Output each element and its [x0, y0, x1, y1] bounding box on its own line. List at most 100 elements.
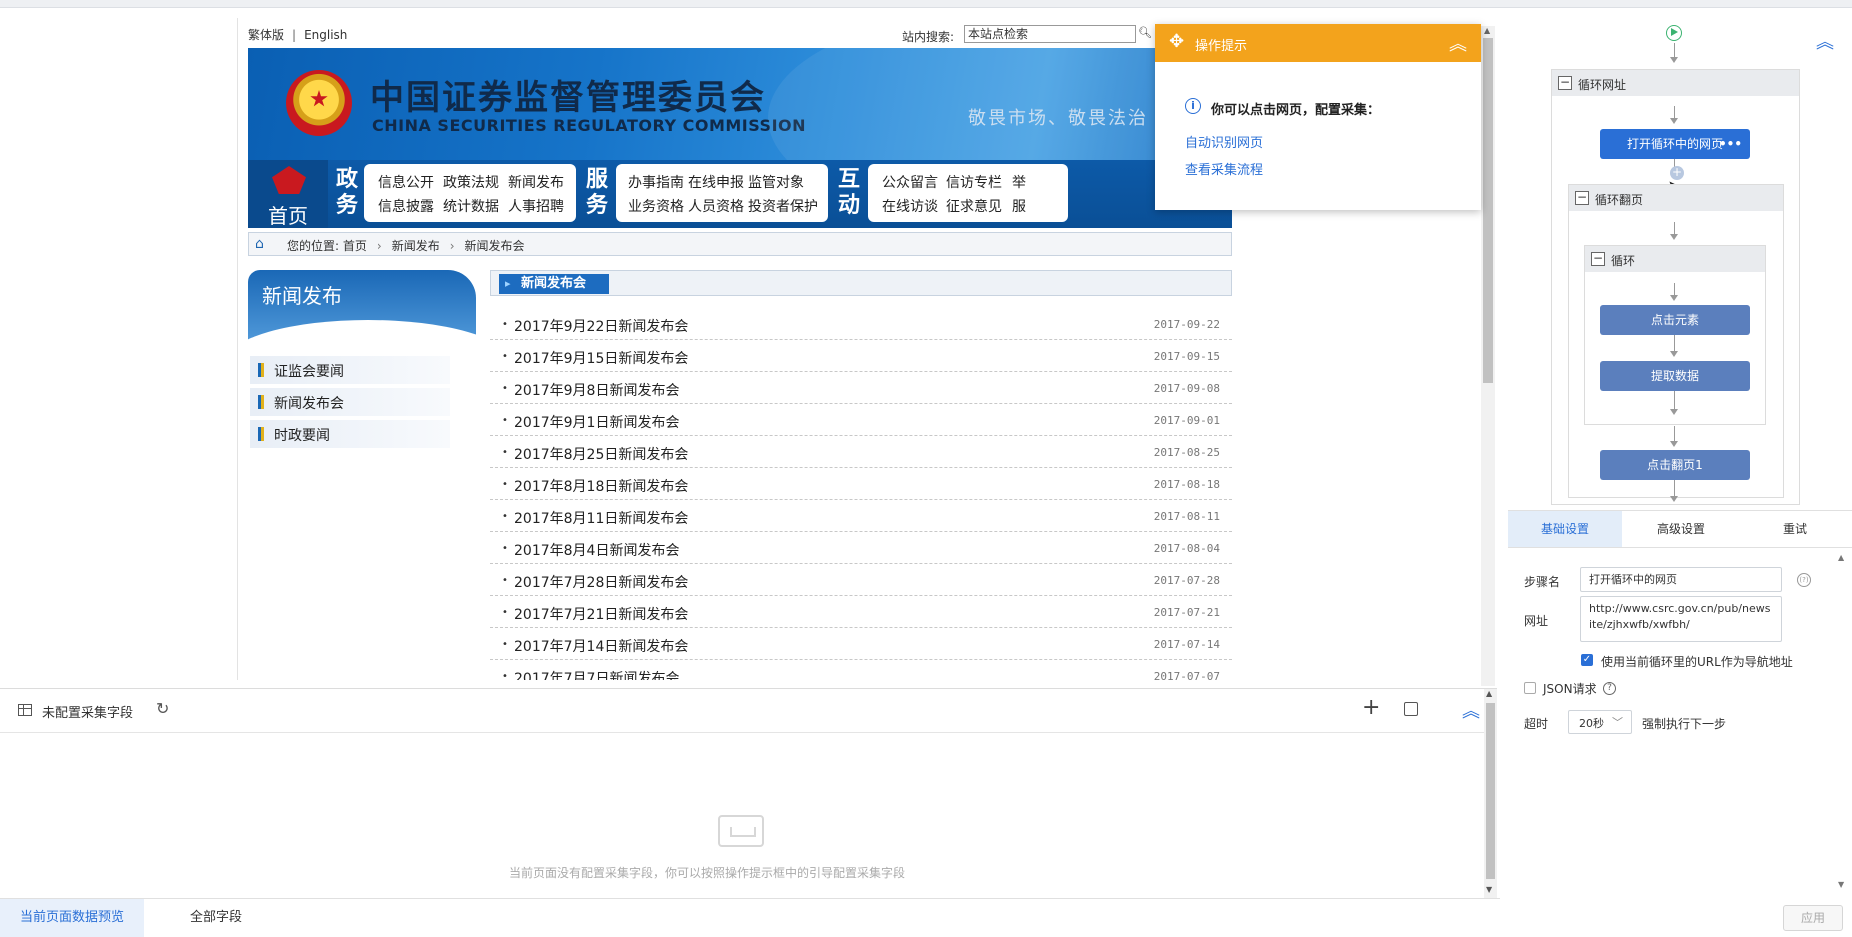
news-title[interactable]: 2017年9月22日新闻发布会 [514, 316, 688, 336]
news-row[interactable]: • 2017年7月21日新闻发布会 2017-07-21 [490, 596, 1232, 628]
move-icon[interactable]: ✥ [1169, 32, 1184, 52]
nav-link[interactable]: 新闻发布 [508, 172, 564, 192]
timeout-select[interactable]: 20秒 ﹀ [1568, 710, 1632, 734]
collapse-minus-icon[interactable]: − [1575, 191, 1589, 205]
web-scrollbar[interactable]: ▲ [1481, 26, 1495, 686]
use-loop-url-checkbox[interactable]: ✓ [1581, 654, 1593, 666]
news-row[interactable]: • 2017年8月11日新闻发布会 2017-08-11 [490, 500, 1232, 532]
scroll-down-icon[interactable]: ▼ [1486, 885, 1492, 894]
step-extract-data[interactable]: 提取数据 [1600, 361, 1750, 391]
nav-link[interactable]: 人员资格 [688, 196, 744, 216]
news-title[interactable]: 2017年7月28日新闻发布会 [514, 572, 688, 592]
news-title[interactable]: 2017年9月8日新闻发布会 [514, 380, 679, 400]
news-title[interactable]: 2017年7月21日新闻发布会 [514, 604, 688, 624]
news-row[interactable]: • 2017年7月28日新闻发布会 2017-07-28 [490, 564, 1232, 596]
loop-page-header[interactable]: − 循环翻页 [1569, 185, 1783, 211]
news-title[interactable]: 2017年8月11日新闻发布会 [514, 508, 688, 528]
scroll-up-icon[interactable]: ▲ [1486, 689, 1492, 698]
nav-link[interactable]: 人事招聘 [508, 196, 564, 216]
news-list-tab[interactable]: 新闻发布会 [499, 274, 609, 294]
news-title[interactable]: 2017年8月25日新闻发布会 [514, 444, 688, 464]
home-icon[interactable]: ⌂ [255, 236, 273, 252]
news-row[interactable]: • 2017年9月1日新闻发布会 2017-09-01 [490, 404, 1232, 436]
tab-retry[interactable]: 重试 [1738, 511, 1852, 547]
news-title[interactable]: 2017年9月15日新闻发布会 [514, 348, 688, 368]
breadcrumb-item[interactable]: 首页 [343, 239, 367, 253]
tab-all-fields[interactable]: 全部字段 [144, 899, 288, 937]
step-open-page[interactable]: 打开循环中的网页 ••• [1600, 129, 1750, 159]
news-row[interactable]: • 2017年7月7日新闻发布会 2017-07-07 [490, 660, 1232, 680]
tip-header[interactable]: ✥ 操作提示 ︽ [1155, 24, 1481, 62]
site-search-input[interactable]: 本站点检索 [964, 25, 1136, 43]
fields-scrollbar[interactable]: ▲ ▼ [1484, 689, 1497, 899]
nav-link[interactable]: 举 [1012, 172, 1026, 192]
chevron-double-up-icon[interactable]: ︽ [1449, 30, 1467, 56]
nav-link[interactable]: 信息公开 [378, 172, 434, 192]
breadcrumb-item[interactable]: 新闻发布会 [465, 239, 525, 253]
nav-link[interactable]: 办事指南 [628, 172, 684, 192]
field-settings-icon[interactable] [1404, 702, 1418, 716]
news-title[interactable]: 2017年7月7日新闻发布会 [514, 668, 679, 680]
sidebar-item[interactable]: 证监会要闻 [250, 356, 450, 384]
loop-url-header[interactable]: − 循环网址 [1552, 70, 1799, 96]
more-icon[interactable]: ••• [1719, 129, 1742, 159]
help-icon[interactable]: (?) [1797, 573, 1811, 587]
news-title[interactable]: 2017年7月14日新闻发布会 [514, 636, 688, 656]
sidebar-item[interactable]: 新闻发布会 [250, 388, 450, 416]
add-field-icon[interactable]: + [1362, 695, 1380, 720]
news-title[interactable]: 2017年9月1日新闻发布会 [514, 412, 679, 432]
nav-link[interactable]: 服 [1012, 196, 1026, 216]
apply-button[interactable]: 应用 [1783, 905, 1843, 931]
news-row[interactable]: • 2017年8月18日新闻发布会 2017-08-18 [490, 468, 1232, 500]
nav-link[interactable]: 在线申报 [688, 172, 744, 192]
collapse-minus-icon[interactable]: − [1558, 76, 1572, 90]
nav-link[interactable]: 政策法规 [443, 172, 499, 192]
loop-header[interactable]: − 循环 [1585, 246, 1765, 272]
link-traditional[interactable]: 繁体版 [248, 28, 284, 42]
nav-link[interactable]: 投资者保护 [748, 196, 818, 216]
step-click-next-page[interactable]: 点击翻页1 [1600, 450, 1750, 480]
nav-link[interactable]: 业务资格 [628, 196, 684, 216]
auto-detect-link[interactable]: 自动识别网页 [1185, 132, 1263, 151]
news-title[interactable]: 2017年8月18日新闻发布会 [514, 476, 688, 496]
scroll-thumb[interactable] [1486, 703, 1495, 879]
news-row[interactable]: • 2017年9月8日新闻发布会 2017-09-08 [490, 372, 1232, 404]
news-title[interactable]: 2017年8月4日新闻发布会 [514, 540, 679, 560]
nav-link[interactable]: 信访专栏 [946, 172, 1002, 192]
scroll-up-icon[interactable]: ▲ [1484, 26, 1490, 35]
chevron-double-up-icon[interactable]: ︽ [1816, 28, 1834, 54]
view-flow-link[interactable]: 查看采集流程 [1185, 159, 1263, 178]
question-icon[interactable]: ? [1603, 682, 1616, 695]
nav-link[interactable]: 信息披露 [378, 196, 434, 216]
add-step-icon[interactable]: + [1670, 166, 1684, 180]
news-row[interactable]: • 2017年9月15日新闻发布会 2017-09-15 [490, 340, 1232, 372]
scroll-thumb[interactable] [1483, 38, 1493, 383]
search-icon[interactable]: 🔍︎ [1138, 26, 1154, 42]
nav-home[interactable]: 首页 [248, 160, 328, 228]
breadcrumb-item[interactable]: 新闻发布 [392, 239, 440, 253]
scroll-up-icon[interactable]: ▲ [1838, 553, 1844, 562]
news-row[interactable]: • 2017年7月14日新闻发布会 2017-07-14 [490, 628, 1232, 660]
link-english[interactable]: English [304, 28, 347, 42]
force-next-label[interactable]: 强制执行下一步 [1642, 715, 1726, 732]
nav-link[interactable]: 监管对象 [748, 172, 804, 192]
nav-link[interactable]: 征求意见 [946, 196, 1002, 216]
step-click-element[interactable]: 点击元素 [1600, 305, 1750, 335]
step-name-input[interactable]: 打开循环中的网页 [1580, 567, 1782, 592]
news-row[interactable]: • 2017年8月25日新闻发布会 2017-08-25 [490, 436, 1232, 468]
nav-link[interactable]: 在线访谈 [882, 196, 938, 216]
news-row[interactable]: • 2017年9月22日新闻发布会 2017-09-22 [490, 308, 1232, 340]
scroll-down-icon[interactable]: ▼ [1838, 880, 1844, 889]
tab-advanced-settings[interactable]: 高级设置 [1624, 511, 1738, 547]
url-textarea[interactable]: http://www.csrc.gov.cn/pub/newsite/zjhxw… [1580, 596, 1782, 642]
json-request-checkbox[interactable] [1524, 682, 1536, 694]
nav-link[interactable]: 统计数据 [443, 196, 499, 216]
tab-current-page-preview[interactable]: 当前页面数据预览 [0, 899, 144, 937]
nav-link[interactable]: 公众留言 [882, 172, 938, 192]
chevron-double-up-icon[interactable]: ︽ [1462, 697, 1480, 723]
web-page-view[interactable]: 繁体版 | English 站内搜索: 本站点检索 🔍︎ 中国证券监督管理委员会 C… [237, 18, 1243, 680]
sidebar-item[interactable]: 时政要闻 [250, 420, 450, 448]
collapse-minus-icon[interactable]: − [1591, 252, 1605, 266]
news-row[interactable]: • 2017年8月4日新闻发布会 2017-08-04 [490, 532, 1232, 564]
refresh-icon[interactable]: ↻ [156, 699, 169, 718]
